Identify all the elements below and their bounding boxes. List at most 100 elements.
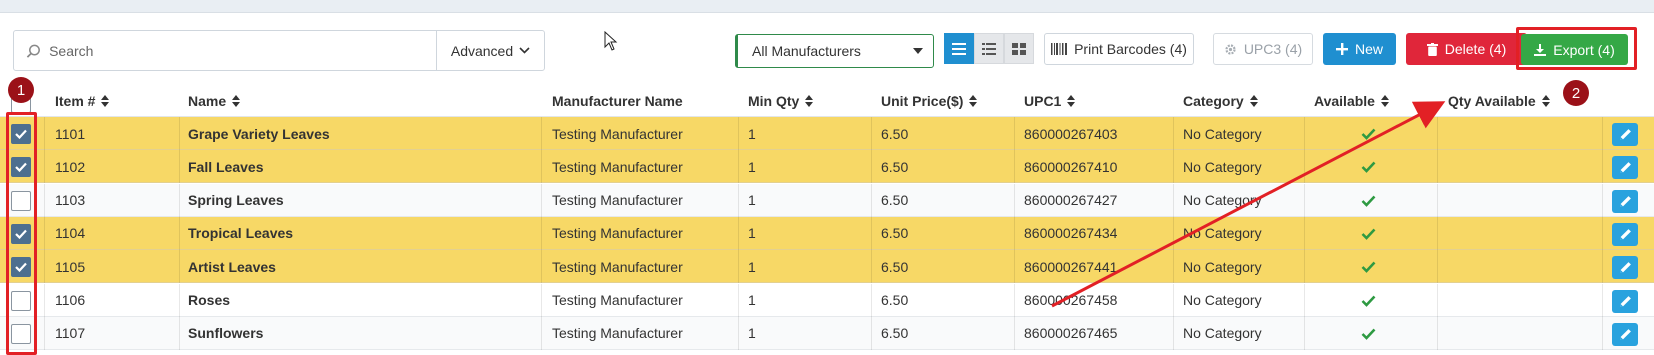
upc3-button[interactable]: UPC3 (4) — [1213, 33, 1313, 65]
cell-min-qty: 1 — [748, 258, 756, 275]
col-available[interactable]: Available — [1314, 93, 1389, 109]
pencil-icon — [1619, 129, 1631, 140]
table-row[interactable]: 1105 Artist Leaves Testing Manufacturer 1 6.… — [0, 250, 1654, 284]
gear-icon — [1225, 43, 1236, 55]
column-divider — [541, 150, 542, 184]
column-divider — [44, 183, 45, 217]
cell-unit-price: 6.50 — [881, 158, 909, 175]
col-min-qty[interactable]: Min Qty — [748, 93, 814, 109]
cell-unit-price: 6.50 — [881, 125, 909, 142]
column-divider — [541, 283, 542, 317]
edit-button[interactable] — [1612, 156, 1638, 180]
table-row[interactable]: 1106 Roses Testing Manufacturer 1 6.50 860000… — [0, 283, 1654, 317]
pencil-icon — [1619, 295, 1631, 307]
available-check-icon — [1361, 194, 1376, 210]
search-box[interactable] — [14, 31, 437, 70]
table-row[interactable]: 1103 Spring Leaves Testing Manufacturer 1 6.… — [0, 183, 1654, 217]
table-row[interactable]: 1107 Sunflowers Testing Manufacturer 1 6.50 8… — [0, 316, 1654, 350]
column-divider — [1602, 283, 1603, 317]
cell-manufacturer: Testing Manufacturer — [552, 125, 683, 142]
table-row[interactable]: 1104 Tropical Leaves Testing Manufacturer 1… — [0, 216, 1654, 250]
advanced-button[interactable]: Advanced — [437, 31, 544, 70]
search-input[interactable] — [49, 42, 436, 59]
print-barcodes-button[interactable]: Print Barcodes (4) — [1044, 33, 1194, 65]
detail-view-button[interactable] — [974, 33, 1004, 64]
column-divider — [1173, 183, 1174, 217]
column-divider — [44, 283, 45, 317]
col-qty-available[interactable]: Qty Available — [1448, 93, 1550, 109]
col-upc1[interactable]: UPC1 — [1024, 93, 1076, 109]
col-name[interactable]: Name — [188, 93, 241, 109]
row-checkbox[interactable] — [11, 257, 31, 278]
table-row[interactable]: 1101 Grape Variety Leaves Testing Manufact… — [0, 117, 1654, 150]
pencil-icon — [1619, 195, 1631, 207]
column-divider — [1602, 216, 1603, 250]
plus-icon — [1335, 43, 1348, 55]
cell-name: Roses — [188, 292, 231, 308]
delete-button[interactable]: Delete (4) — [1406, 33, 1527, 65]
sort-icon — [1380, 95, 1389, 107]
export-button[interactable]: Export (4) — [1521, 34, 1628, 65]
column-divider — [738, 216, 739, 250]
column-divider — [1304, 283, 1305, 317]
list-view-icon — [952, 42, 966, 55]
edit-button[interactable] — [1612, 189, 1638, 213]
grid-view-button[interactable] — [1004, 33, 1034, 64]
edit-button[interactable] — [1612, 256, 1638, 280]
column-divider — [541, 216, 542, 250]
column-divider — [1014, 183, 1015, 217]
row-checkbox[interactable] — [11, 124, 31, 144]
column-divider — [871, 183, 872, 217]
column-divider — [1014, 283, 1015, 317]
search-icon — [26, 44, 40, 58]
list-view-button[interactable] — [944, 33, 974, 64]
column-divider — [1304, 117, 1305, 150]
cell-name: Spring Leaves — [188, 192, 284, 209]
column-divider — [541, 117, 542, 150]
select-caret-icon — [913, 48, 923, 54]
col-category[interactable]: Category — [1183, 93, 1258, 109]
column-divider — [1437, 117, 1438, 150]
available-check-icon — [1361, 127, 1376, 143]
column-divider — [1602, 117, 1603, 150]
cell-min-qty: 1 — [748, 225, 756, 242]
cell-category: No Category — [1183, 225, 1262, 242]
new-button[interactable]: New — [1323, 33, 1396, 65]
column-divider — [871, 117, 872, 150]
cell-min-qty: 1 — [748, 325, 756, 342]
edit-button[interactable] — [1612, 222, 1638, 246]
table-row[interactable]: 1102 Fall Leaves Testing Manufacturer 1 6.50… — [0, 150, 1654, 184]
column-divider — [1014, 117, 1015, 150]
checkmark-icon — [15, 262, 27, 273]
available-check-icon — [1361, 327, 1376, 343]
column-divider — [1602, 250, 1603, 284]
manufacturer-select[interactable]: All Manufacturers — [735, 34, 934, 68]
column-divider — [179, 183, 180, 217]
table-header: Item # Name Manufacturer Name Min Qty Un… — [0, 87, 1654, 117]
cell-item: 1102 — [55, 158, 86, 175]
edit-button[interactable] — [1612, 289, 1638, 313]
edit-button[interactable] — [1612, 322, 1638, 346]
col-item[interactable]: Item # — [55, 93, 110, 109]
column-divider — [1014, 250, 1015, 284]
col-unit-price[interactable]: Unit Price($) — [881, 93, 978, 109]
row-checkbox[interactable] — [11, 223, 31, 244]
row-checkbox[interactable] — [11, 323, 31, 344]
cell-min-qty: 1 — [748, 292, 756, 308]
row-checkbox[interactable] — [11, 290, 31, 311]
row-checkbox[interactable] — [11, 190, 31, 211]
column-divider — [738, 250, 739, 284]
edit-button[interactable] — [1612, 123, 1638, 146]
cell-manufacturer: Testing Manufacturer — [552, 325, 683, 342]
cell-item: 1106 — [55, 292, 86, 308]
column-divider — [1304, 183, 1305, 217]
cell-upc1: 860000267434 — [1024, 225, 1118, 242]
manufacturer-select-value: All Manufacturers — [752, 43, 861, 59]
column-divider — [1437, 250, 1438, 284]
column-divider — [871, 216, 872, 250]
row-checkbox[interactable] — [11, 157, 31, 178]
column-divider — [179, 216, 180, 250]
col-manufacturer: Manufacturer Name — [552, 93, 683, 109]
cell-unit-price: 6.50 — [881, 258, 909, 275]
available-check-icon — [1361, 160, 1376, 176]
